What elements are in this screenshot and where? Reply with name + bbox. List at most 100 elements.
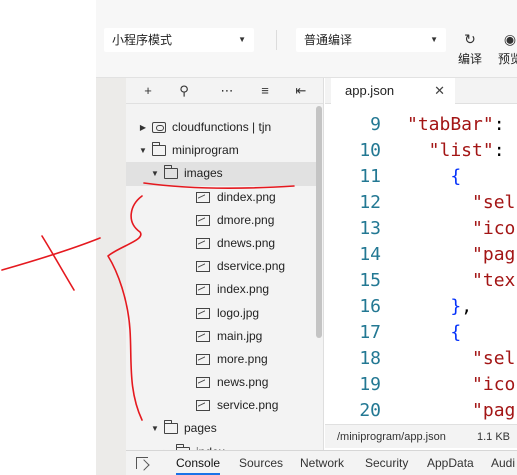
- tab-security[interactable]: Security: [365, 451, 408, 475]
- file-status-bar: /miniprogram/app.json 1.1 KB: [325, 424, 517, 448]
- code-token: "tabBar": [407, 114, 494, 135]
- explorer-scrollbar[interactable]: [316, 106, 322, 338]
- image-file-icon: [196, 284, 210, 296]
- code-token: "pag: [407, 400, 516, 421]
- code-text: "tabBar":: [407, 112, 505, 138]
- code-token: "list": [407, 140, 494, 161]
- code-text: "sel: [407, 190, 515, 216]
- tree-item-label: more.png: [217, 351, 268, 366]
- tree-file-item[interactable]: logo.jpg: [126, 302, 316, 325]
- tab-app-json[interactable]: app.json ✕: [331, 78, 455, 105]
- tree-folder-item[interactable]: ▼ images: [126, 162, 316, 186]
- tab-sources[interactable]: Sources: [239, 451, 283, 475]
- line-number: 15: [359, 270, 381, 291]
- collapse-tree-icon[interactable]: ⇤: [291, 78, 311, 104]
- image-file-icon: [196, 353, 210, 365]
- code-text: {: [407, 320, 461, 346]
- code-text: "pag: [407, 398, 515, 424]
- chevron-down-icon: ▼: [430, 35, 438, 44]
- preview-button[interactable]: ◉ 预览: [493, 28, 517, 67]
- tree-file-item[interactable]: service.png: [126, 394, 316, 417]
- tree-item-label: main.jpg: [217, 328, 263, 343]
- tree-file-item[interactable]: dnews.png: [126, 232, 316, 255]
- tree-file-item[interactable]: news.png: [126, 371, 316, 394]
- tree-item-label: dindex.png: [217, 189, 276, 204]
- image-file-icon: [196, 330, 210, 342]
- tab-label: app.json: [345, 83, 395, 98]
- inspect-element-icon[interactable]: [136, 457, 148, 469]
- tab-audits[interactable]: Audi: [491, 451, 515, 475]
- new-file-icon[interactable]: +: [138, 78, 158, 104]
- tree-folder-item[interactable]: ▼ miniprogram: [126, 139, 316, 162]
- tree-file-item[interactable]: index.png: [126, 278, 316, 301]
- tree-file-item[interactable]: main.jpg: [126, 325, 316, 348]
- chevron-down-icon[interactable]: ▼: [138, 139, 148, 162]
- line-number: 16: [359, 296, 381, 317]
- chevron-right-icon[interactable]: ▶: [138, 116, 148, 139]
- tree-folder-item[interactable]: ▶ index: [126, 441, 316, 450]
- code-text: "ico: [407, 216, 515, 242]
- code-text: "tex: [407, 268, 515, 294]
- tab-network[interactable]: Network: [300, 451, 344, 475]
- file-explorer: ⇥ + ⚲ ⋯ ≡ ⇤ ▶ cloudfunctions | tjn ▼ minipr…: [126, 78, 324, 450]
- search-icon[interactable]: ⚲: [174, 78, 194, 104]
- code-token: {: [407, 166, 462, 187]
- tree-item-label: miniprogram: [172, 143, 239, 158]
- tree-item-label: images: [184, 166, 223, 181]
- tree-item-label: news.png: [217, 375, 269, 390]
- tree-folder-item[interactable]: ▶ cloudfunctions | tjn: [126, 116, 316, 139]
- image-file-icon: [196, 400, 210, 412]
- code-token: "pag: [407, 244, 516, 265]
- code-token: ,: [461, 296, 473, 317]
- line-number: 9: [370, 114, 381, 135]
- code-text: "pag: [407, 242, 515, 268]
- code-text: },: [407, 294, 472, 320]
- image-file-icon: [196, 377, 210, 389]
- tree-file-item[interactable]: more.png: [126, 348, 316, 371]
- compile-label: 编译: [457, 52, 482, 66]
- eye-icon: ◉: [503, 31, 517, 47]
- more-options-icon[interactable]: ⋯: [217, 78, 237, 104]
- mode-select-value: 小程序模式: [112, 33, 173, 47]
- line-number: 20: [359, 400, 381, 421]
- tree-item-label: index.png: [217, 282, 270, 297]
- image-file-icon: [196, 214, 210, 226]
- line-number: 14: [359, 244, 381, 265]
- line-number: 10: [359, 140, 381, 161]
- code-editor[interactable]: 9 "tabBar": 10 "list": 11 {12 "sel 13 "ico 14…: [325, 104, 517, 424]
- folder-icon: [152, 142, 166, 157]
- code-token: "ico: [407, 374, 516, 395]
- image-file-icon: [196, 191, 210, 203]
- tab-appdata[interactable]: AppData: [427, 451, 474, 475]
- code-text: "list":: [407, 138, 505, 164]
- line-number: 17: [359, 322, 381, 343]
- tree-item-label: dservice.png: [217, 259, 286, 274]
- code-token: "tex: [407, 270, 516, 291]
- code-token: }: [407, 296, 462, 317]
- compile-mode-select[interactable]: 普通编译 ▼: [296, 28, 446, 52]
- folder-icon: [164, 420, 178, 435]
- tree-item-label: dmore.png: [217, 212, 275, 227]
- preview-label: 预览: [497, 52, 517, 66]
- top-toolbar: 小程序模式 ▼ 普通编译 ▼ ↻ 编译 ◉ 预览: [96, 0, 517, 78]
- tree-file-item[interactable]: dmore.png: [126, 209, 316, 232]
- tree-file-item[interactable]: dservice.png: [126, 255, 316, 278]
- close-icon[interactable]: ✕: [434, 78, 445, 104]
- sort-icon[interactable]: ≡: [255, 78, 275, 104]
- compile-button[interactable]: ↻ 编译: [453, 28, 487, 67]
- code-token: {: [407, 322, 462, 343]
- code-token: :: [493, 114, 505, 135]
- mode-select[interactable]: 小程序模式 ▼: [104, 28, 254, 52]
- line-number: 19: [359, 374, 381, 395]
- compile-select-value: 普通编译: [304, 33, 353, 47]
- tab-console[interactable]: Console: [176, 451, 221, 475]
- cloud-folder-icon: [152, 122, 166, 133]
- chevron-right-icon[interactable]: ▶: [162, 441, 172, 450]
- image-file-icon: [196, 261, 210, 273]
- line-number: 18: [359, 348, 381, 369]
- tree-folder-item[interactable]: ▼ pages: [126, 417, 316, 440]
- chevron-down-icon[interactable]: ▼: [150, 417, 160, 440]
- chevron-down-icon[interactable]: ▼: [150, 162, 160, 185]
- tree-item-label: service.png: [217, 398, 279, 413]
- tree-file-item[interactable]: dindex.png: [126, 186, 316, 209]
